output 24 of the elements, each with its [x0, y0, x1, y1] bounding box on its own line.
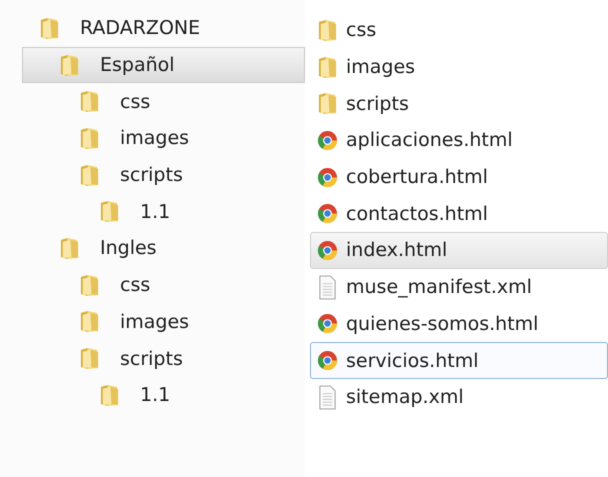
- file-item[interactable]: contactos.html: [310, 195, 608, 232]
- tree-item[interactable]: Español: [22, 46, 305, 84]
- tree-item[interactable]: css: [0, 83, 305, 120]
- file-item[interactable]: aplicaciones.html: [310, 122, 608, 159]
- file-item[interactable]: servicios.html: [310, 342, 608, 379]
- tree-item[interactable]: 1.1: [0, 376, 305, 414]
- tree-item[interactable]: RADARZONE: [0, 10, 305, 47]
- file-item[interactable]: muse_manifest.xml: [310, 268, 608, 306]
- tree-item[interactable]: Ingles: [0, 230, 305, 267]
- file-item[interactable]: scripts: [310, 85, 608, 122]
- file-item[interactable]: sitemap.xml: [310, 378, 608, 416]
- document-icon: [317, 384, 338, 411]
- tree-item[interactable]: images: [0, 120, 305, 157]
- tree-item[interactable]: css: [0, 266, 305, 304]
- file-item[interactable]: images: [310, 48, 608, 86]
- tree-item[interactable]: scripts: [0, 340, 305, 377]
- file-item[interactable]: index.html: [310, 232, 608, 269]
- tree-item[interactable]: scripts: [0, 156, 305, 194]
- tree-item[interactable]: 1.1: [0, 193, 305, 230]
- document-icon: [317, 274, 338, 301]
- file-item[interactable]: cobertura.html: [310, 158, 608, 196]
- file-item[interactable]: css: [310, 12, 608, 49]
- file-item[interactable]: quienes-somos.html: [310, 306, 608, 342]
- tree-item[interactable]: images: [0, 304, 305, 340]
